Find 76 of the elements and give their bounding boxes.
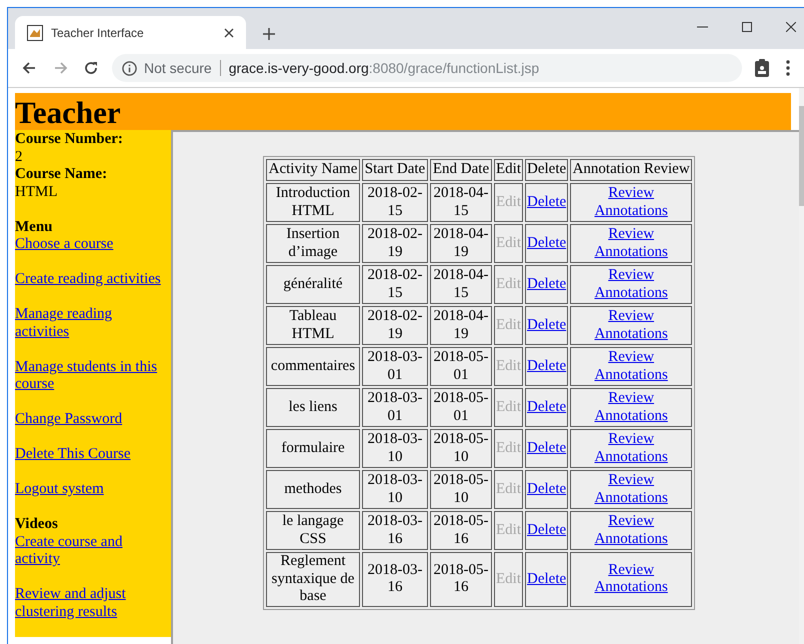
reload-icon[interactable] xyxy=(84,61,98,75)
table-cell: 2018-04-15 xyxy=(430,265,492,304)
table-cell: 2018-04-19 xyxy=(430,224,492,263)
column-header: Activity Name xyxy=(266,159,360,181)
sidebar-link[interactable]: Review and adjust clustering results xyxy=(15,586,161,621)
section-heading: Videos xyxy=(15,516,59,534)
review-annotations-link[interactable]: Review Annotations xyxy=(572,308,690,343)
table-cell: 2018-05-01 xyxy=(430,347,492,386)
review-annotations-link[interactable]: Review Annotations xyxy=(572,472,690,507)
close-icon[interactable] xyxy=(224,28,234,38)
table-cell: 2018-03-01 xyxy=(362,388,428,427)
table-cell: Tableau HTML xyxy=(266,306,360,345)
table-cell: Introduction HTML xyxy=(266,183,360,222)
favicon-icon xyxy=(27,24,43,40)
review-annotations-link[interactable]: Review Annotations xyxy=(572,390,690,425)
sidebar-link[interactable]: Manage reading activities xyxy=(15,306,161,341)
sidebar-link[interactable]: Choose a course xyxy=(15,236,114,254)
sidebar-link[interactable]: Delete This Course xyxy=(15,446,131,464)
maximize-icon[interactable] xyxy=(742,22,752,32)
field-label: Course Name: xyxy=(15,166,108,184)
tab-title: Teacher Interface xyxy=(51,24,145,42)
sidebar-link[interactable]: Create course and activity xyxy=(15,534,161,568)
address-bar[interactable]: Not secure grace.is-very-good.org:8080/grace/functionList.jsp xyxy=(112,54,742,82)
column-header: Start Date xyxy=(362,159,428,181)
table-cell: 2018-04-19 xyxy=(430,306,492,345)
page-title: Teacher xyxy=(15,94,121,130)
review-annotations-link[interactable]: Review Annotations xyxy=(572,431,690,466)
sidebar-link[interactable]: Create reading activities xyxy=(15,271,161,288)
table-cell: 2018-03-10 xyxy=(362,429,428,468)
table-cell: 2018-03-10 xyxy=(362,470,428,509)
field-value: 2 xyxy=(15,148,24,166)
sidebar-link[interactable]: Logout system xyxy=(15,481,104,498)
table-cell: généralité xyxy=(266,265,360,304)
review-annotations-link[interactable]: Review Annotations xyxy=(572,185,690,220)
table-cell: le langage CSS xyxy=(266,511,360,550)
table-cell: 2018-05-16 xyxy=(430,552,492,606)
column-header: Delete xyxy=(525,159,568,181)
review-annotations-link[interactable]: Review Annotations xyxy=(572,513,690,548)
column-header: End Date xyxy=(430,159,492,181)
close-icon[interactable] xyxy=(786,22,796,32)
column-header: Edit xyxy=(494,159,523,181)
review-annotations-link[interactable]: Review Annotations xyxy=(572,226,690,261)
table-cell: 2018-05-10 xyxy=(430,429,492,468)
table-cell: 2018-05-01 xyxy=(430,388,492,427)
table-cell: 2018-02-15 xyxy=(362,183,428,222)
table-cell: Insertion d’image xyxy=(266,224,360,263)
review-annotations-link[interactable]: Review Annotations xyxy=(572,267,690,302)
section-heading: Menu xyxy=(15,218,54,236)
table-cell: commentaires xyxy=(266,347,360,386)
table-cell: les liens xyxy=(266,388,360,427)
table-cell: 2018-02-15 xyxy=(362,265,428,304)
new-tab-icon[interactable] xyxy=(263,28,275,40)
back-icon[interactable] xyxy=(22,61,36,75)
table-cell: Reglement syntaxique de base xyxy=(266,552,360,606)
table-cell: methodes xyxy=(266,470,360,509)
table-cell: 2018-04-15 xyxy=(430,183,492,222)
table-cell: 2018-03-16 xyxy=(362,511,428,550)
review-annotations-link[interactable]: Review Annotations xyxy=(572,349,690,384)
table-cell: 2018-05-10 xyxy=(430,470,492,509)
info-icon xyxy=(122,60,137,76)
menu-icon[interactable] xyxy=(786,60,790,76)
table-cell: 2018-03-01 xyxy=(362,347,428,386)
table-cell: 2018-02-19 xyxy=(362,306,428,345)
table-cell: 2018-02-19 xyxy=(362,224,428,263)
field-label: Course Number: xyxy=(15,131,124,148)
table-cell: formulaire xyxy=(266,429,360,468)
sidebar-link[interactable]: Change Password xyxy=(15,411,122,428)
browser-tab[interactable]: Teacher Interface xyxy=(15,16,246,49)
clipboard-icon[interactable] xyxy=(755,59,769,77)
table-cell: 2018-05-16 xyxy=(430,511,492,550)
url-text: grace.is-very-good.org:8080/grace/functionList.jsp xyxy=(228,58,540,78)
column-header: Annotation Review xyxy=(570,159,692,181)
sidebar-link[interactable]: Manage students in this course xyxy=(15,358,161,394)
table-cell: 2018-03-16 xyxy=(362,552,428,606)
security-label: Not secure xyxy=(144,60,221,76)
field-value: HTML xyxy=(15,184,58,201)
